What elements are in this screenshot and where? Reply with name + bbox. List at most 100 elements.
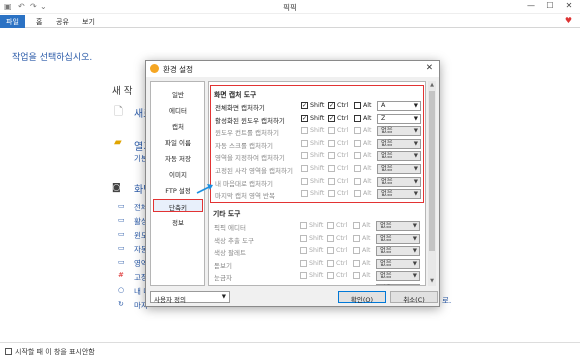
key-select[interactable]: 없음 ▼ [377,138,421,149]
shift-label: Shift [309,272,324,280]
close-button[interactable]: ✕ [560,1,578,10]
ctrl-label: Ctrl [337,165,349,172]
key-value: 없음 [380,247,392,255]
key-value: 없음 [381,152,393,160]
alt-label: Alt [363,102,372,109]
preset-select[interactable]: 사용자 정의 ▼ [150,291,230,304]
maximize-button[interactable]: ☐ [541,1,559,10]
key-value: 없음 [381,190,393,198]
nav-filename[interactable]: 파일 이름 [153,135,203,148]
alt-checkbox[interactable] [354,114,361,122]
shift-checkbox [301,152,308,160]
shortcut-name: 전체화면 캡처하기 [215,104,265,112]
ctrl-checkbox[interactable]: ✓ [328,114,335,122]
scroll-down-icon[interactable]: ▼ [428,278,436,284]
chevron-down-icon: ▼ [413,128,418,135]
capture-item-tail: 로. [442,296,452,305]
key-select[interactable]: 없음 ▼ [377,126,421,137]
key-select[interactable]: 없음 ▼ [377,176,421,187]
key-select[interactable]: A ▼ [377,101,421,111]
alt-checkbox [353,222,360,229]
chevron-down-icon: ▼ [413,285,417,286]
tab-view[interactable]: 보기 [76,15,101,28]
key-select[interactable]: 없음 ▼ [377,189,421,200]
chevron-down-icon: ▼ [412,260,417,267]
ctrl-label: Ctrl [336,222,348,229]
shortcut-row: 전체화면 캡처하기 ✓ Shift ✓ Ctrl Alt A ▼ [211,100,425,112]
key-select[interactable]: 없음 ▼ [376,246,420,257]
key-select[interactable]: Z ▼ [377,113,421,124]
alt-label: Alt [363,165,372,172]
fullscreen-icon: ▭ [118,202,125,210]
dialog-close-button[interactable]: ✕ [426,63,433,73]
preset-value: 사용자 정의 [154,296,186,304]
ctrl-label: Ctrl [336,234,348,242]
tab-home[interactable]: 홈 [30,15,48,28]
tab-file[interactable]: 파일 [0,15,25,28]
shortcut-settings-pane: 화면 캡처 도구 전체화면 캡처하기 ✓ Shift ✓ Ctrl Alt A ▼ 활성화된 윈… [208,81,426,286]
task-prompt: 작업을 선택하십시오. [12,53,93,63]
shortcut-name: 각도기 [214,285,232,286]
region-icon: ▭ [118,258,125,266]
hide-on-start-checkbox[interactable] [5,348,12,355]
alt-checkbox [353,259,360,267]
alt-label: Alt [363,139,372,147]
shift-label: Shift [309,259,324,267]
shortcut-row: 각도기 Shift Ctrl Alt 없음 ▼ [210,283,424,286]
ok-button[interactable]: 확인(O) [338,291,386,304]
key-select[interactable]: 없음 ▼ [376,258,420,269]
scroll-up-icon[interactable]: ▲ [428,82,436,88]
shift-checkbox[interactable]: ✓ [301,102,308,109]
key-select[interactable]: 없음 ▼ [376,221,420,231]
alt-label: Alt [362,247,371,255]
nav-shortcuts[interactable]: 단축키 [153,199,203,212]
key-select[interactable]: 없음 ▼ [377,151,421,162]
folder-icon: ▰ [114,137,122,148]
ctrl-label: Ctrl [336,259,348,267]
cancel-button[interactable]: 취소(C) [390,291,438,304]
shortcut-name: 색상 추출 도구 [214,236,255,245]
key-select[interactable]: 없음 ▼ [376,284,420,286]
ctrl-checkbox[interactable]: ✓ [328,102,335,109]
nav-general[interactable]: 일반 [153,87,203,100]
scroll-thumb[interactable] [429,91,435,251]
alt-checkbox[interactable] [354,102,361,109]
chevron-down-icon: ▼ [413,115,418,122]
minimize-button[interactable]: — [522,1,540,10]
alt-label: Alt [362,259,371,267]
tab-share[interactable]: 공유 [50,15,75,28]
shortcut-row: 고정된 사각 영역을 캡처하기 Shift Ctrl Alt 없음 ▼ [211,163,425,175]
nav-image[interactable]: 이미지 [153,167,203,180]
shift-checkbox [300,272,307,280]
nav-capture[interactable]: 캡처 [153,119,203,132]
nav-editor[interactable]: 에디터 [153,103,203,116]
shift-checkbox[interactable]: ✓ [301,114,308,122]
nav-about[interactable]: 정보 [153,215,203,228]
key-value: 없음 [380,285,392,286]
ctrl-checkbox [328,139,335,147]
key-select[interactable]: 없음 ▼ [376,271,420,282]
shortcut-row: 마지막 캡처 영역 반복 Shift Ctrl Alt 없음 ▼ [211,188,425,200]
shortcut-row: 픽픽 에디터 Shift Ctrl Alt 없음 ▼ [210,220,424,232]
ctrl-checkbox [327,259,334,267]
key-select[interactable]: 없음 ▼ [377,164,421,174]
key-select[interactable]: 없음 ▼ [376,233,420,244]
ctrl-checkbox [328,127,335,135]
ctrl-checkbox [328,165,335,172]
shortcut-row: 내 마음대로 캡처하기 Shift Ctrl Alt 없음 ▼ [211,176,425,188]
section-title: 기타 도구 [213,210,241,218]
fixed-region-icon: # [118,271,124,279]
title-bar: ▣ ↶ ↷ ⌄ 픽픽 — ☐ ✕ [0,0,580,14]
chevron-down-icon: ▼ [412,273,417,280]
alt-label: Alt [362,222,371,229]
pane-scrollbar[interactable]: ▲ ▼ [428,81,436,286]
nav-autosave[interactable]: 자동 저장 [153,151,203,164]
ctrl-label: Ctrl [337,102,349,109]
chevron-down-icon: ▼ [221,294,226,300]
shift-checkbox [300,285,307,286]
freehand-icon: ○ [118,286,125,294]
shift-checkbox [301,177,308,185]
heart-icon[interactable]: ♥ [565,16,572,25]
window-title: 픽픽 [283,3,297,12]
key-value: Z [381,114,386,122]
